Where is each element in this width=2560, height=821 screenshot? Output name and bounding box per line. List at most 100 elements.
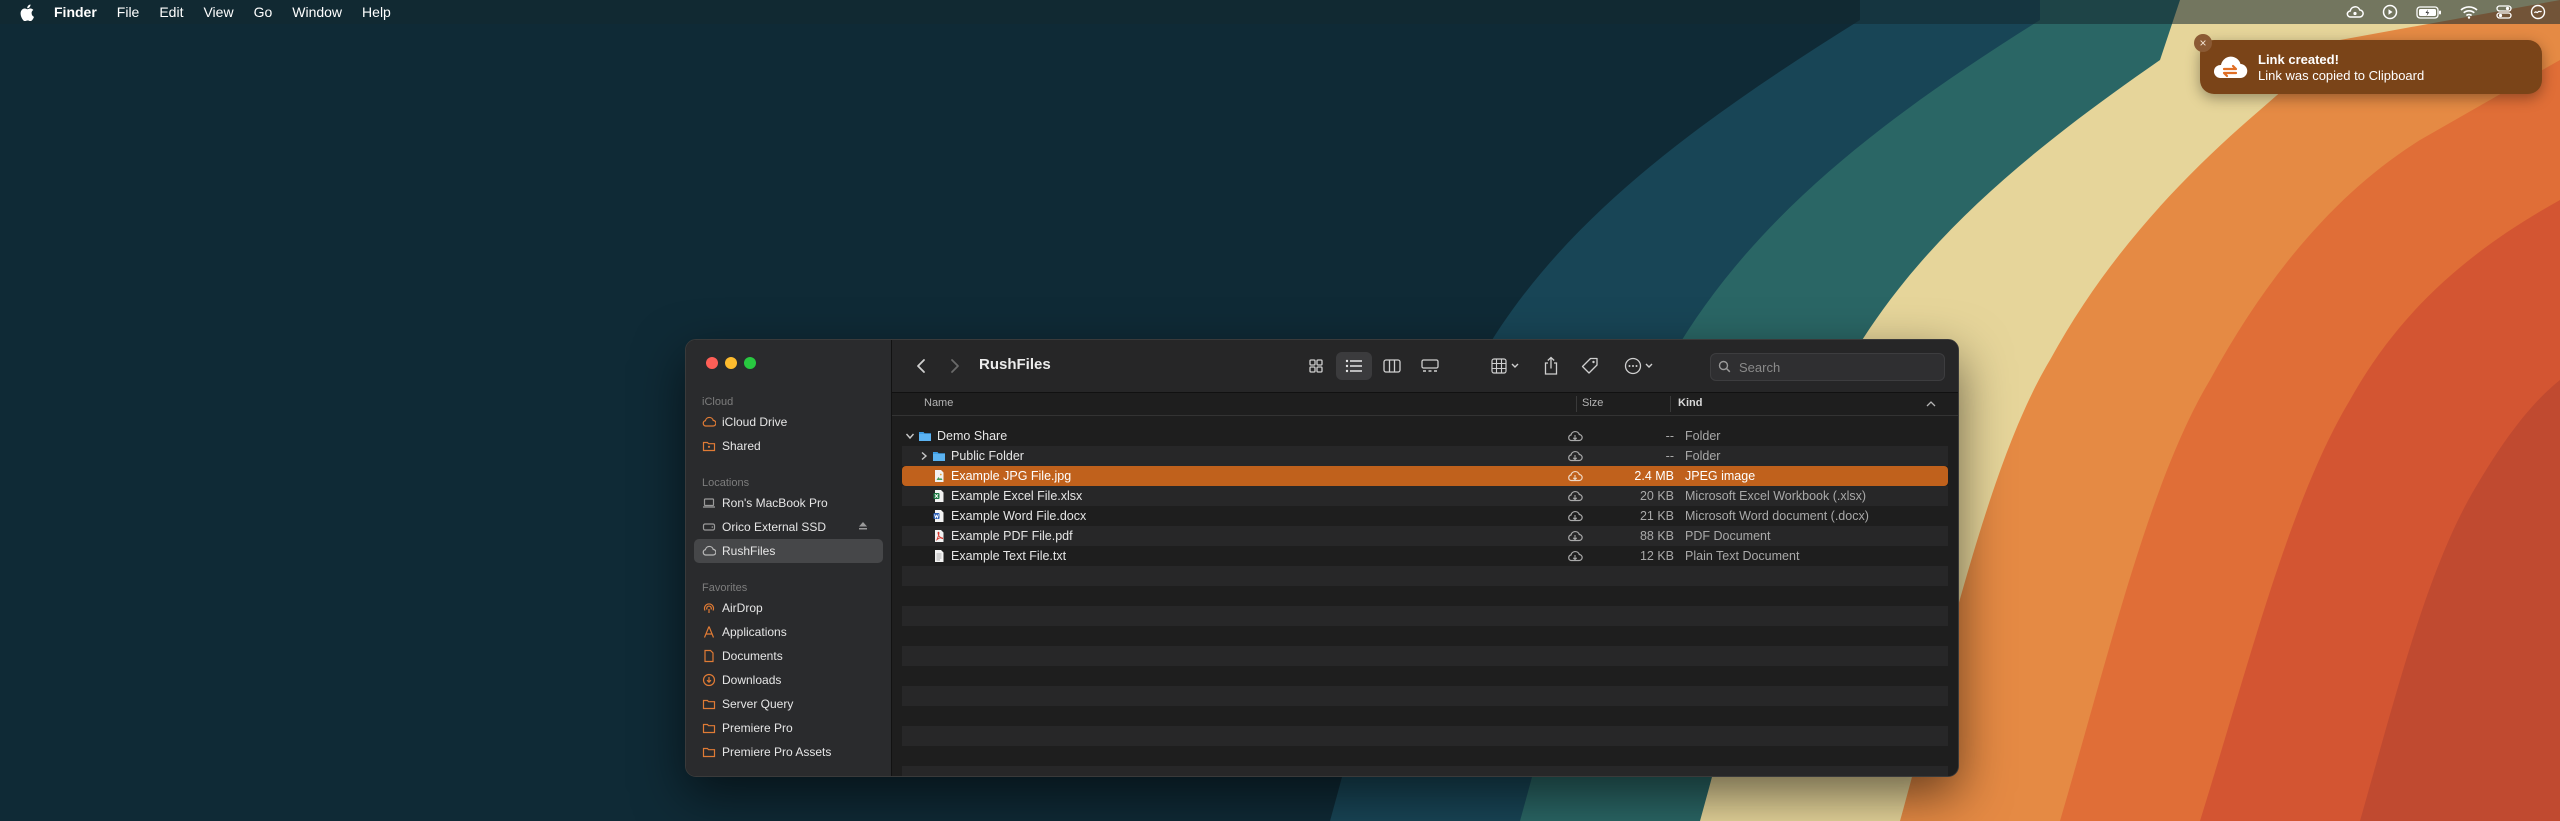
empty-row — [902, 666, 1948, 686]
close-window-button[interactable] — [706, 357, 718, 369]
empty-row — [902, 566, 1948, 586]
sidebar-item-airdrop[interactable]: AirDrop — [686, 596, 891, 620]
forward-button[interactable] — [946, 356, 964, 376]
file-row-public-folder[interactable]: Public Folder -- Folder — [902, 446, 1948, 466]
file-kind: Folder — [1685, 449, 1721, 463]
sidebar-item-orico-ssd[interactable]: Orico External SSD — [686, 515, 891, 539]
sidebar-item-premiere-pro[interactable]: Premiere Pro — [686, 716, 891, 740]
menu-app-name[interactable]: Finder — [54, 4, 97, 20]
eject-icon[interactable] — [857, 520, 869, 532]
cloud-download-icon[interactable] — [1567, 489, 1583, 503]
sidebar-header: iCloud — [702, 396, 734, 408]
sidebar-item-label: Downloads — [722, 673, 782, 687]
file-row-word[interactable]: Example Word File.docx 21 KB Microsoft W… — [902, 506, 1948, 526]
chevron-up-icon[interactable] — [1926, 400, 1936, 407]
chevron-right-icon[interactable] — [918, 450, 930, 462]
column-header-name[interactable]: Name — [924, 397, 953, 409]
applications-icon — [703, 626, 715, 638]
file-row-excel[interactable]: Example Excel File.xlsx 20 KB Microsoft … — [902, 486, 1948, 506]
sidebar-item-macbook[interactable]: Ron's MacBook Pro — [686, 491, 891, 515]
more-actions-button[interactable] — [1620, 354, 1660, 378]
sidebar-item-server-query[interactable]: Server Query — [686, 692, 891, 716]
pdf-file-icon — [935, 530, 944, 542]
file-kind: Plain Text Document — [1685, 549, 1800, 563]
back-button[interactable] — [912, 356, 930, 376]
text-file-icon — [935, 550, 944, 562]
file-row-text[interactable]: Example Text File.txt 12 KB Plain Text D… — [902, 546, 1948, 566]
gallery-icon — [1421, 359, 1439, 372]
tags-button[interactable] — [1578, 354, 1602, 378]
notification-title: Link created! — [2258, 52, 2339, 67]
minimize-window-button[interactable] — [725, 357, 737, 369]
file-name: Example Word File.docx — [951, 509, 1087, 523]
menu-help[interactable]: Help — [362, 4, 391, 20]
cloud-download-icon[interactable] — [1567, 529, 1583, 543]
notification-banner[interactable]: × Link created! Link was copied to Clipb… — [2194, 34, 2542, 94]
cloud-download-icon[interactable] — [1567, 469, 1583, 483]
grid-icon — [1309, 359, 1323, 373]
sidebar-item-shared[interactable]: Shared — [686, 434, 891, 458]
column-header-kind[interactable]: Kind — [1678, 397, 1702, 409]
zoom-window-button[interactable] — [744, 357, 756, 369]
file-kind: JPEG image — [1685, 469, 1756, 483]
sidebar-item-premiere-pro-assets[interactable]: Premiere Pro Assets — [686, 740, 891, 764]
downloads-icon — [702, 673, 716, 687]
column-header-row: Name Size Kind — [892, 393, 1958, 416]
group-by-button[interactable] — [1486, 354, 1526, 378]
file-row-pdf[interactable]: Example PDF File.pdf 88 KB PDF Document — [902, 526, 1948, 546]
sidebar-item-downloads[interactable]: Downloads — [686, 668, 891, 692]
control-center-icon[interactable] — [2496, 5, 2512, 19]
window-title: RushFiles — [979, 356, 1051, 373]
folder-icon — [702, 723, 716, 734]
view-mode-group — [1298, 352, 1446, 380]
close-notification-button[interactable]: × — [2194, 34, 2212, 52]
cloud-download-icon[interactable] — [1567, 549, 1583, 563]
excel-file-icon — [933, 490, 944, 502]
column-view-button[interactable] — [1374, 352, 1410, 380]
cloud-sync-status-icon[interactable] — [2346, 5, 2364, 19]
drive-icon — [702, 523, 716, 531]
sidebar-item-label: RushFiles — [722, 544, 776, 558]
empty-row — [902, 746, 1948, 766]
file-row-demo-share[interactable]: Demo Share -- Folder — [902, 426, 1948, 446]
search-field[interactable] — [1710, 353, 1945, 381]
menu-bar: Finder File Edit View Go Window Help — [0, 0, 2560, 24]
battery-icon[interactable] — [2416, 5, 2442, 19]
file-size: 2.4 MB — [1634, 469, 1674, 483]
list-view-button[interactable] — [1336, 352, 1372, 380]
file-name: Example Excel File.xlsx — [951, 489, 1083, 503]
search-input[interactable] — [1737, 357, 1936, 377]
menu-view[interactable]: View — [203, 4, 233, 20]
sidebar-section-icloud: iCloud iCloud Drive Shared — [686, 394, 891, 458]
sidebar-item-icloud-drive[interactable]: iCloud Drive — [686, 410, 891, 434]
menu-go[interactable]: Go — [254, 4, 273, 20]
cloud-download-icon[interactable] — [1567, 449, 1583, 463]
column-header-size[interactable]: Size — [1582, 397, 1603, 409]
chevron-down-icon[interactable] — [904, 430, 916, 442]
wifi-icon[interactable] — [2460, 5, 2478, 19]
play-circle-icon[interactable] — [2382, 4, 2398, 20]
finder-content: RushFiles Search Name Size Kind Demo Sha… — [892, 340, 1958, 776]
empty-row — [902, 706, 1948, 726]
cloud-download-icon[interactable] — [1567, 509, 1583, 523]
sidebar-item-rushfiles[interactable]: RushFiles — [694, 539, 883, 563]
gallery-view-button[interactable] — [1412, 352, 1448, 380]
empty-row — [902, 626, 1948, 646]
file-size: 88 KB — [1639, 529, 1674, 543]
file-row-jpg[interactable]: Example JPG File.jpg 2.4 MB JPEG image — [902, 466, 1948, 486]
apple-logo-icon[interactable] — [20, 4, 34, 21]
menu-edit[interactable]: Edit — [159, 4, 183, 20]
share-button[interactable] — [1540, 354, 1562, 378]
column-divider[interactable] — [1670, 396, 1671, 412]
cloud-download-icon[interactable] — [1567, 429, 1583, 443]
menu-file[interactable]: File — [117, 4, 140, 20]
file-kind: Microsoft Excel Workbook (.xlsx) — [1685, 489, 1867, 503]
sidebar-item-documents[interactable]: Documents — [686, 644, 891, 668]
menu-window[interactable]: Window — [292, 4, 342, 20]
finder-window: iCloud iCloud Drive Shared Locations Ron… — [685, 339, 1959, 777]
icon-view-button[interactable] — [1298, 352, 1334, 380]
siri-icon[interactable] — [2530, 4, 2546, 20]
sidebar-item-label: iCloud Drive — [722, 415, 788, 429]
sidebar-item-applications[interactable]: Applications — [686, 620, 891, 644]
column-divider[interactable] — [1576, 396, 1577, 412]
